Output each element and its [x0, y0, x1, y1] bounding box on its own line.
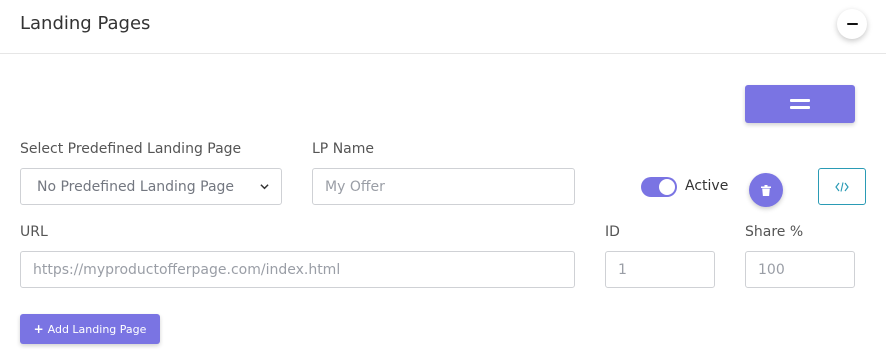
chevron-down-icon: [260, 184, 269, 190]
id-label: ID: [605, 224, 620, 240]
id-placeholder: 1: [618, 261, 627, 278]
toggle-knob: [659, 179, 675, 195]
trash-icon: [761, 184, 771, 196]
card-header: Landing Pages: [0, 0, 886, 54]
add-landing-page-label: Add Landing Page: [47, 322, 147, 336]
lp-name-input[interactable]: My Offer: [312, 168, 575, 205]
lp-name-placeholder: My Offer: [325, 178, 385, 195]
url-input[interactable]: https://myproductofferpage.com/index.htm…: [20, 251, 575, 288]
code-icon: [835, 181, 849, 192]
page-title: Landing Pages: [20, 13, 151, 34]
collapse-button[interactable]: [837, 9, 867, 39]
active-label: Active: [685, 178, 729, 194]
id-input[interactable]: 1: [605, 251, 715, 288]
delete-button[interactable]: [749, 173, 783, 207]
drag-handle-button[interactable]: [745, 85, 855, 123]
predefined-landing-page-label: Select Predefined Landing Page: [20, 141, 242, 157]
add-landing-page-button[interactable]: + Add Landing Page: [20, 314, 160, 344]
predefined-landing-page-value: No Predefined Landing Page: [37, 178, 235, 195]
predefined-landing-page-select[interactable]: No Predefined Landing Page: [20, 168, 282, 205]
minus-icon: [846, 23, 858, 25]
share-placeholder: 100: [758, 261, 785, 278]
drag-handle-icon: [790, 99, 810, 102]
share-input[interactable]: 100: [745, 251, 855, 288]
active-toggle[interactable]: [641, 177, 677, 197]
url-placeholder: https://myproductofferpage.com/index.htm…: [33, 261, 341, 278]
code-button[interactable]: [818, 168, 866, 205]
plus-icon: +: [33, 322, 44, 336]
share-label: Share %: [745, 224, 804, 240]
url-label: URL: [20, 224, 48, 240]
drag-handle-icon-bar: [790, 106, 810, 109]
lp-name-label: LP Name: [312, 141, 374, 157]
